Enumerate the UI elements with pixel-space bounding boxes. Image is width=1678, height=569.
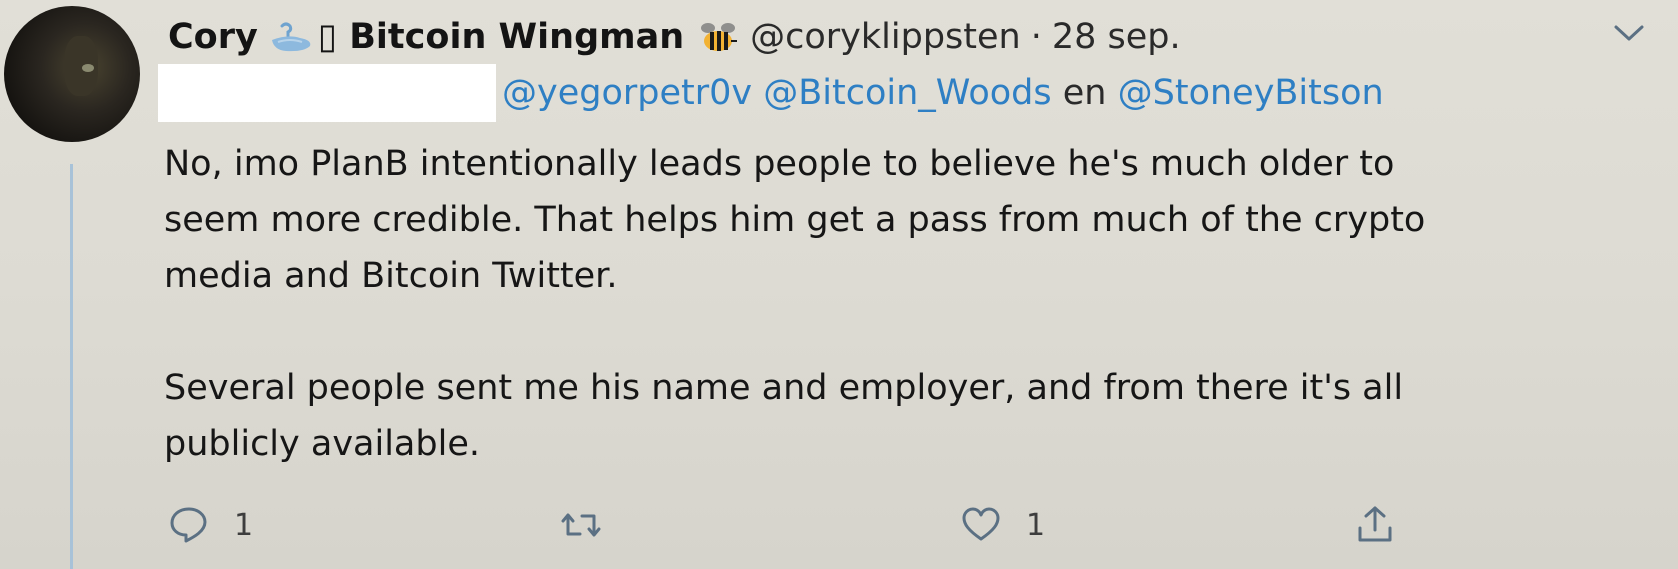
author-handle[interactable]: @coryklippsten (750, 17, 1021, 57)
swan-icon (271, 22, 311, 52)
bee-icon (701, 23, 738, 51)
share-button[interactable] (1354, 500, 1396, 550)
action-bar: 1 1 (168, 500, 1408, 550)
reply-button[interactable]: 1 (168, 500, 253, 550)
tweet[interactable]: Cory ▯ Bitcoin Wingman @coryklippsten · … (0, 0, 1678, 569)
retweet-icon (561, 513, 601, 537)
tweet-body: No, imo PlanB intentionally leads people… (164, 136, 1664, 472)
tweet-date[interactable]: 28 sep. (1052, 17, 1181, 57)
mention-link[interactable]: @StoneyBitson (1118, 73, 1384, 113)
author-name[interactable]: Cory (168, 17, 258, 57)
mention-conjunction: en (1062, 73, 1107, 113)
reply-to-line: @yegorpetr0v @Bitcoin_Woods en @StoneyBi… (158, 64, 1384, 122)
tweet-header: Cory ▯ Bitcoin Wingman @coryklippsten · … (168, 12, 1181, 62)
avatar-eye (82, 64, 94, 72)
heart-icon (962, 507, 1000, 541)
tweet-paragraph: No, imo PlanB intentionally leads people… (164, 144, 1426, 296)
thread-line (70, 164, 73, 569)
chevron-down-icon[interactable] (1612, 22, 1646, 44)
reply-count: 1 (234, 507, 254, 543)
redacted-block (158, 64, 496, 122)
avatar[interactable] (4, 6, 140, 142)
separator-dot: · (1030, 17, 1042, 57)
retweet-button[interactable] (560, 500, 626, 550)
reply-icon (170, 507, 207, 543)
like-button[interactable]: 1 (960, 500, 1045, 550)
share-icon (1358, 506, 1392, 542)
like-count: 1 (1026, 507, 1046, 543)
mention-link[interactable]: @Bitcoin_Woods (763, 73, 1051, 113)
author-suffix: ▯ Bitcoin Wingman (317, 17, 685, 57)
tweet-paragraph: Several people sent me his name and empl… (164, 368, 1404, 464)
mention-link[interactable]: @yegorpetr0v (502, 73, 752, 113)
